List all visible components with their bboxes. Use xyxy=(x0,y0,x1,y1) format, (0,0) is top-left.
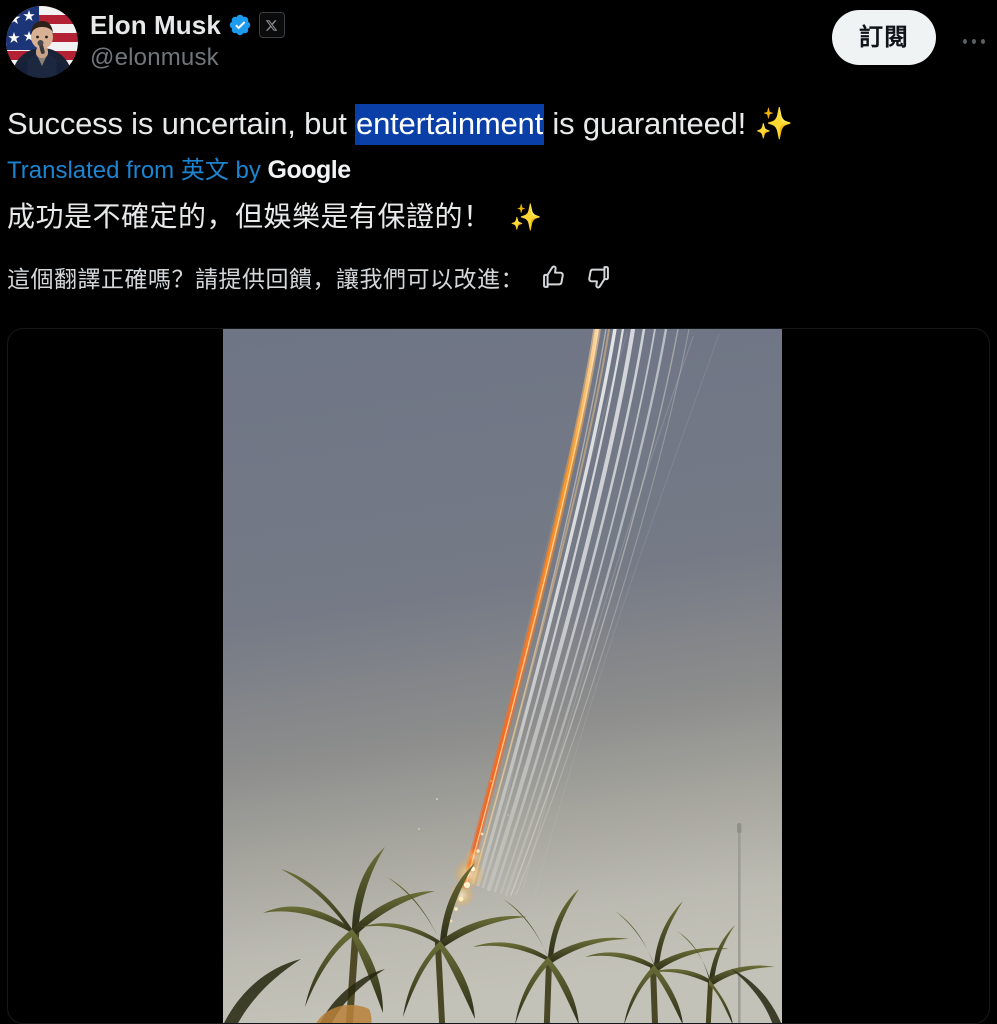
translation-feedback-row: 這個翻譯正確嗎？請提供回饋，讓我們可以改進： xyxy=(7,259,992,295)
dot xyxy=(972,38,976,44)
subscribe-button[interactable]: 訂閱 xyxy=(832,10,936,65)
x-logo-icon[interactable] xyxy=(258,12,285,38)
thumbs-down-icon[interactable] xyxy=(584,263,612,291)
author-name-block: Elon Musk @elonmusk xyxy=(90,8,285,72)
translation-attribution: Translated from 英文 by Google xyxy=(7,155,992,186)
dot xyxy=(981,38,985,44)
feedback-prompt: 這個翻譯正確嗎？請提供回饋，讓我們可以改進： xyxy=(7,266,524,292)
tweet-media[interactable] xyxy=(7,328,990,1024)
by-label: by xyxy=(228,157,268,184)
verified-check-icon[interactable] xyxy=(228,13,252,37)
display-name[interactable]: Elon Musk xyxy=(90,10,221,41)
dot xyxy=(963,38,967,44)
translated-from-label: Translated from xyxy=(7,157,181,184)
tweet-text[interactable]: Success is uncertain, but entertainment … xyxy=(7,104,992,145)
sparkles-emoji: ✨ xyxy=(754,106,794,142)
translated-tweet-text: 成功是不確定的，但娛樂是有保證的！ ✨ xyxy=(7,198,992,237)
tweet-header: Elon Musk @elonmusk 訂閱 xyxy=(0,0,997,88)
translation-provider: Google xyxy=(267,156,352,184)
author-name-row: Elon Musk xyxy=(90,8,285,42)
sparkles-emoji-translated: ✨ xyxy=(509,203,543,233)
video-player[interactable] xyxy=(223,329,782,1023)
translated-body: 成功是不確定的，但娛樂是有保證的！ xyxy=(7,201,492,232)
thumbs-up-icon[interactable] xyxy=(540,263,568,291)
selected-text[interactable]: entertainment xyxy=(355,104,544,145)
more-options-icon[interactable] xyxy=(957,26,991,56)
tweet-text-after-selection: is guaranteed! xyxy=(544,106,755,141)
tweet-container: Elon Musk @elonmusk 訂閱 Success is uncert… xyxy=(0,0,997,1024)
author-handle[interactable]: @elonmusk xyxy=(90,44,285,72)
avatar[interactable] xyxy=(6,6,78,78)
tweet-text-before-selection: Success is uncertain, but xyxy=(7,106,356,141)
tweet-body: Success is uncertain, but entertainment … xyxy=(7,104,992,295)
source-language: 英文 xyxy=(180,157,229,184)
